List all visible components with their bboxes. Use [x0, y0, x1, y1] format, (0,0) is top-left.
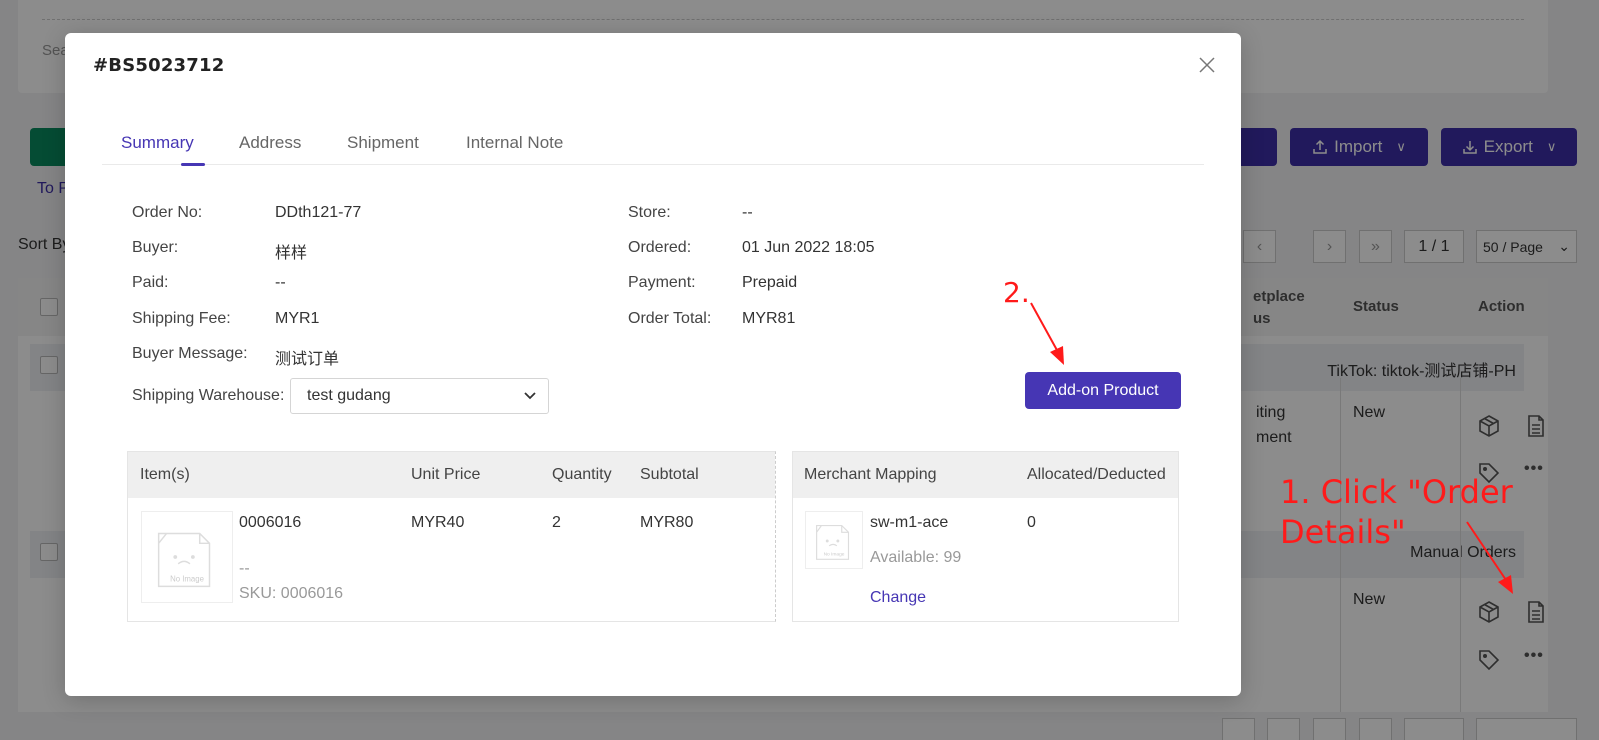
arrow-icon [1466, 521, 1513, 594]
